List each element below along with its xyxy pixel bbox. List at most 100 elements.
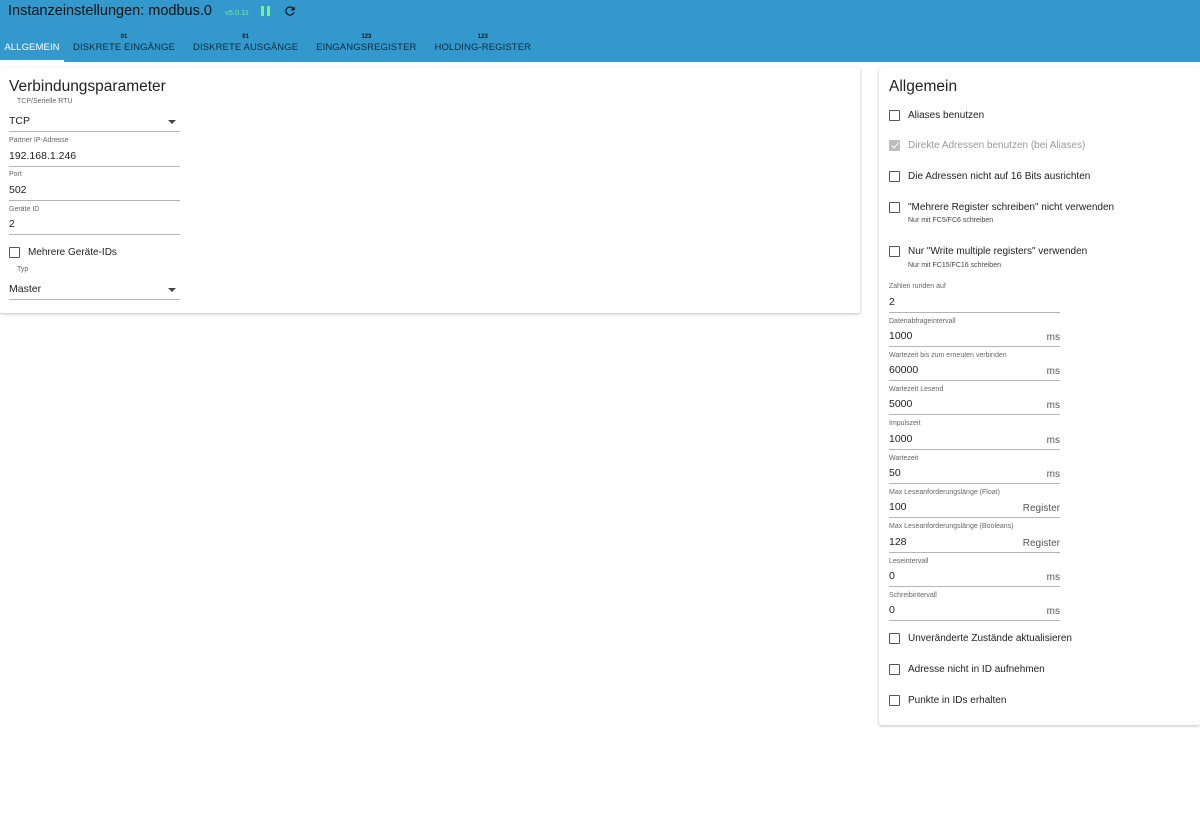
field-unit: ms: [1046, 366, 1060, 377]
field-label: Wartezeit: [889, 455, 919, 462]
general-panel: Allgemein Aliases benutzen Direkte Adres…: [879, 68, 1200, 725]
round-field[interactable]: 2: [889, 293, 1060, 313]
field-value: 5000: [889, 398, 913, 410]
write-multiple-hint: Nur mit FC15/FC16 schreiben: [908, 262, 1001, 269]
checkbox-box[interactable]: [889, 664, 900, 675]
multi-write-hint: Nur mit FC5/FC6 schreiben: [908, 217, 994, 224]
field-value: 60000: [889, 364, 919, 376]
tab-count: 123: [361, 34, 372, 40]
checkbox-label: Direkte Adressen benutzen (bei Aliases): [908, 140, 1086, 151]
aliases-checkbox[interactable]: Aliases benutzen: [889, 110, 984, 121]
wait-time-field[interactable]: 50 ms: [889, 464, 1060, 484]
tab-label: HOLDING-REGISTER: [434, 42, 532, 53]
poll-interval-field[interactable]: 1000 ms: [889, 327, 1060, 347]
tab-count: 01: [242, 34, 249, 40]
checkbox-label: Adresse nicht in ID aufnehmen: [908, 664, 1045, 675]
refresh-icon[interactable]: [283, 4, 297, 18]
device-id-label: Geräte ID: [9, 206, 40, 213]
checkbox-box[interactable]: [889, 633, 900, 644]
field-unit: ms: [1046, 572, 1060, 583]
chevron-down-icon: [168, 288, 176, 292]
tab-label: ALLGEMEIN: [4, 42, 60, 53]
field-value: 0: [889, 570, 895, 582]
general-title: Allgemein: [889, 78, 958, 95]
field-unit: ms: [1046, 469, 1060, 480]
checkbox-label: Unveränderte Zustände aktualisieren: [908, 633, 1072, 644]
type-select[interactable]: Master: [9, 280, 180, 300]
port-label: Port: [9, 171, 22, 178]
checkbox-label: "Mehrere Register schreiben" nicht verwe…: [908, 202, 1115, 213]
field-label: Max Leseanforderungslänge (Float): [889, 489, 1000, 496]
multi-write-checkbox[interactable]: "Mehrere Register schreiben" nicht verwe…: [889, 202, 1114, 213]
field-label: Datenabfrageintervall: [889, 318, 956, 325]
tab-holding-register[interactable]: 123 HOLDING-REGISTER: [425, 30, 540, 62]
tab-label: EINGANGSREGISTER: [316, 42, 417, 53]
tab-eingangsregister[interactable]: 123 EINGANGSREGISTER: [307, 30, 425, 62]
connection-panel: Verbindungsparameter TCP/Serielle RTU TC…: [0, 68, 860, 313]
field-value: 1000: [889, 330, 913, 342]
ip-field[interactable]: 192.168.1.246: [9, 147, 180, 167]
device-id-value: 2: [9, 218, 15, 230]
field-unit: ms: [1046, 400, 1060, 411]
keep-dots-checkbox[interactable]: Punkte in IDs erhalten: [889, 695, 1006, 706]
read-interval-field[interactable]: 0 ms: [889, 567, 1060, 587]
tab-diskrete-eingaenge[interactable]: 01 DISKRETE EINGÄNGE: [64, 30, 184, 62]
no-address-in-id-checkbox[interactable]: Adresse nicht in ID aufnehmen: [889, 664, 1045, 675]
checkbox-box[interactable]: [889, 246, 900, 257]
field-value: 100: [889, 501, 907, 513]
checkbox-label: Punkte in IDs erhalten: [908, 695, 1007, 706]
tab-label: DISKRETE AUSGÄNGE: [193, 42, 299, 53]
field-unit: ms: [1046, 332, 1060, 343]
checkbox-box: [889, 140, 900, 151]
field-label: Wartezeit Lesend: [889, 386, 944, 393]
reconnect-interval-field[interactable]: 60000 ms: [889, 361, 1060, 381]
checkbox-box[interactable]: [889, 110, 900, 121]
mode-label: TCP/Serielle RTU: [17, 98, 73, 105]
checkbox-box[interactable]: [889, 695, 900, 706]
field-unit: Register: [1022, 538, 1060, 549]
checkbox-label: Nur "Write multiple registers" verwenden: [908, 246, 1088, 257]
write-multiple-checkbox[interactable]: Nur "Write multiple registers" verwenden: [889, 246, 1087, 257]
chevron-down-icon: [168, 120, 176, 124]
tab-count: 123: [477, 34, 488, 40]
max-read-float-field[interactable]: 100 Register: [889, 498, 1060, 518]
connection-title: Verbindungsparameter: [9, 78, 166, 95]
mode-value: TCP: [9, 115, 30, 127]
tab-label: DISKRETE EINGÄNGE: [73, 42, 175, 53]
field-value: 0: [889, 604, 895, 616]
field-unit: ms: [1046, 435, 1060, 446]
field-label: Impulszeit: [889, 420, 921, 427]
field-value: 50: [889, 467, 901, 479]
tab-diskrete-ausgaenge[interactable]: 01 DISKRETE AUSGÄNGE: [184, 30, 307, 62]
checkbox-box[interactable]: [889, 202, 900, 213]
ip-value: 192.168.1.246: [9, 150, 77, 162]
read-timeout-field[interactable]: 5000 ms: [889, 395, 1060, 415]
field-value: 128: [889, 536, 907, 548]
checkbox-box[interactable]: [9, 247, 20, 258]
field-value: 1000: [889, 433, 913, 445]
device-id-field[interactable]: 2: [9, 215, 180, 235]
checkbox-label: Die Adressen nicht auf 16 Bits ausrichte…: [908, 171, 1091, 182]
port-field[interactable]: 502: [9, 181, 180, 201]
checkbox-box[interactable]: [889, 171, 900, 182]
field-label: Zahlen runden auf: [889, 283, 946, 290]
mode-select[interactable]: TCP: [9, 112, 180, 132]
max-read-bool-field[interactable]: 128 Register: [889, 533, 1060, 553]
tab-count: 01: [120, 34, 128, 40]
page-title: Instanzeinstellungen: modbus.0: [8, 3, 212, 19]
version-badge: v5.0.11: [224, 7, 249, 17]
type-label: Typ: [17, 266, 29, 273]
field-value: 2: [889, 296, 895, 308]
tab-allgemein[interactable]: ALLGEMEIN: [0, 30, 64, 62]
direct-addresses-checkbox: Direkte Adressen benutzen (bei Aliases): [889, 140, 1085, 151]
field-unit: Register: [1022, 503, 1060, 514]
pulse-time-field[interactable]: 1000 ms: [889, 430, 1060, 450]
pause-icon[interactable]: [261, 6, 271, 16]
update-unchanged-checkbox[interactable]: Unveränderte Zustände aktualisieren: [889, 633, 1072, 644]
app-bar: Instanzeinstellungen: modbus.0 v5.0.11 A…: [0, 0, 1200, 62]
align-16bit-checkbox[interactable]: Die Adressen nicht auf 16 Bits ausrichte…: [889, 171, 1090, 182]
multi-ids-checkbox[interactable]: Mehrere Geräte-IDs: [9, 247, 117, 258]
ip-label: Partner IP-Adresse: [9, 137, 69, 144]
title-row: Instanzeinstellungen: modbus.0 v5.0.11: [8, 2, 297, 20]
write-interval-field[interactable]: 0 ms: [889, 601, 1060, 621]
